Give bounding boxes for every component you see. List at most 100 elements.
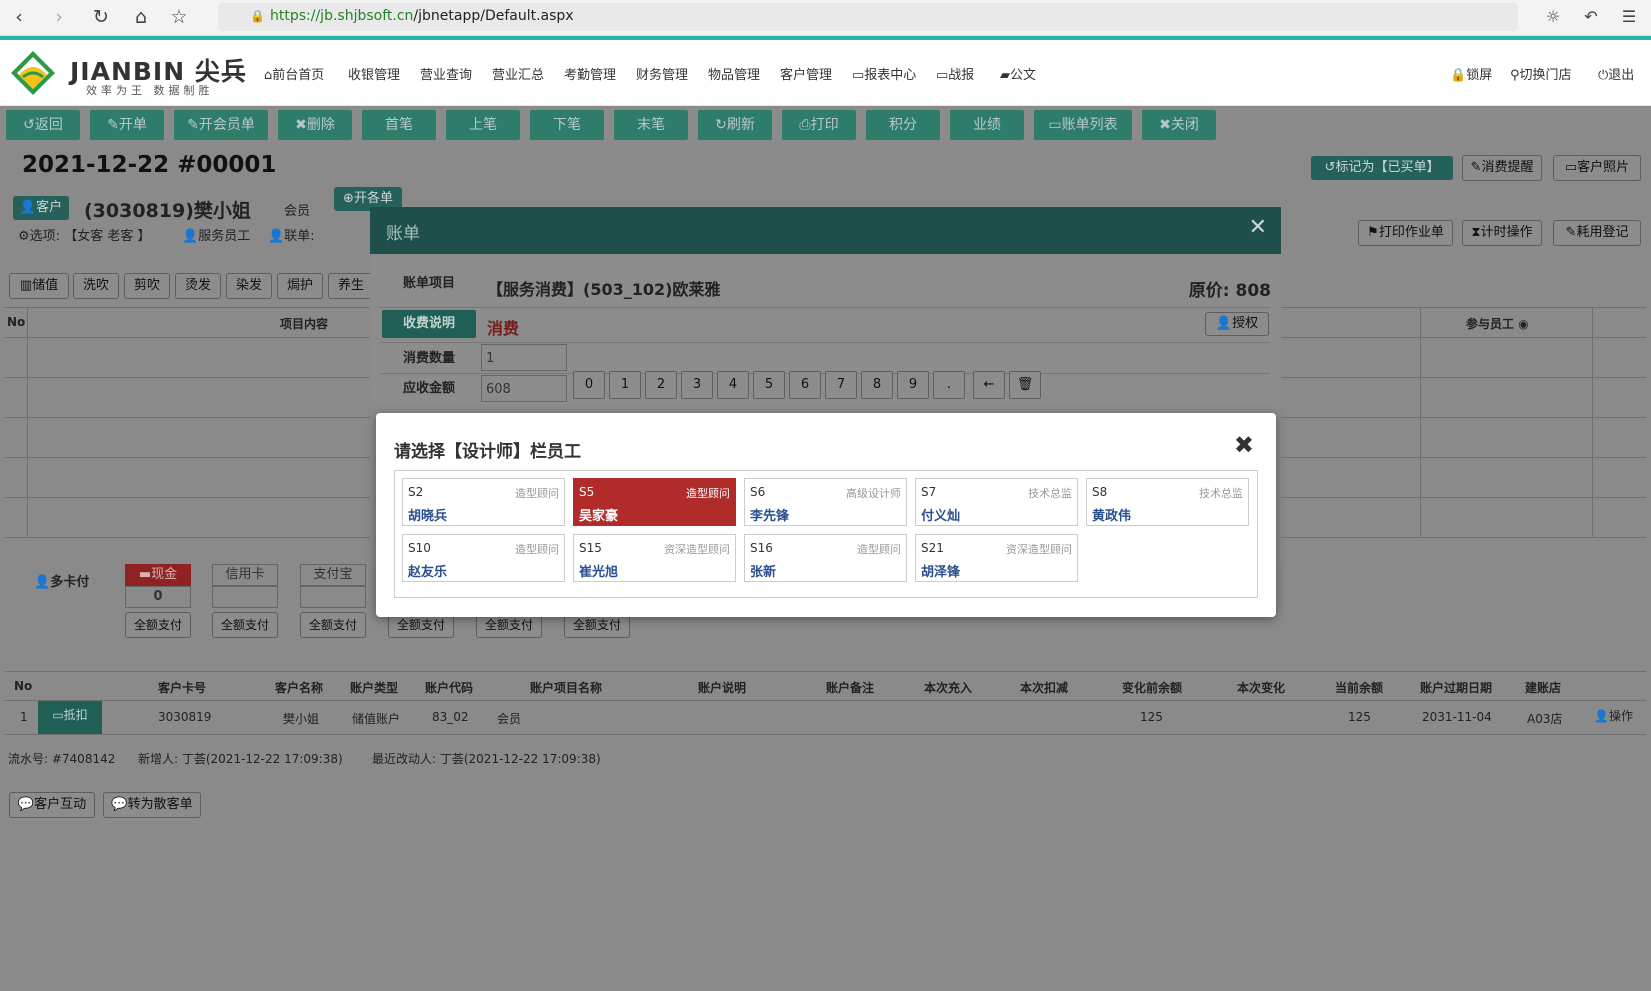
nav-cashier[interactable]: 收银管理	[348, 64, 400, 83]
refresh-button[interactable]: ↻刷新	[698, 110, 772, 140]
keypad-5[interactable]: 5	[753, 371, 785, 399]
logout-link[interactable]: ⏻退出	[1598, 64, 1634, 83]
keypad-8[interactable]: 8	[861, 371, 893, 399]
trash-icon[interactable]: 🗑	[1009, 371, 1041, 399]
nav-attendance[interactable]: 考勤管理	[564, 64, 616, 83]
category-care[interactable]: 焗护	[277, 273, 323, 299]
acct-operate-link[interactable]: 👤操作	[1594, 707, 1633, 724]
pay-credit-header[interactable]: 信用卡	[212, 564, 278, 586]
keypad-1[interactable]: 1	[609, 371, 641, 399]
home-icon[interactable]: ⌂	[128, 4, 154, 30]
settings-icon[interactable]: ☼	[1540, 4, 1566, 30]
employee-card[interactable]: S6 高级设计师 李先锋	[744, 478, 907, 526]
category-cut[interactable]: 剪吹	[124, 273, 170, 299]
convert-walkin-button[interactable]: 💬转为散客单	[103, 792, 201, 818]
undo-icon[interactable]: ↶	[1578, 4, 1604, 30]
address-bar[interactable]: 🔒 https://jb.shjbsoft.cn/jbnetapp/Defaul…	[218, 3, 1518, 31]
next-record-button[interactable]: 下笔	[530, 110, 604, 140]
full-pay-button[interactable]: 全额支付	[300, 612, 366, 638]
close-button[interactable]: ✖关闭	[1142, 110, 1216, 140]
lock-screen-link[interactable]: 🔒锁屏	[1450, 64, 1492, 83]
category-perm[interactable]: 烫发	[175, 273, 221, 299]
employee-card[interactable]: S5 造型顾问 吴家豪	[573, 478, 736, 526]
forward-icon[interactable]: ›	[46, 4, 72, 30]
employee-role: 造型顾问	[515, 543, 559, 556]
mark-paid-button[interactable]: ↺标记为【已买单】	[1311, 156, 1453, 180]
multi-card-pay[interactable]: 👤多卡付	[34, 571, 89, 590]
authorize-button[interactable]: 👤授权	[1205, 312, 1269, 336]
close-icon[interactable]: ✕	[1249, 215, 1267, 240]
category-wellness[interactable]: 养生	[328, 273, 374, 299]
last-record-button[interactable]: 末笔	[614, 110, 688, 140]
first-record-button[interactable]: 首笔	[362, 110, 436, 140]
star-icon[interactable]: ☆	[166, 4, 192, 30]
points-button[interactable]: 积分	[866, 110, 940, 140]
deduct-button[interactable]: ▭抵扣	[38, 701, 102, 734]
prev-record-button[interactable]: 上笔	[446, 110, 520, 140]
nav-home[interactable]: ⌂前台首页	[264, 64, 324, 83]
service-staff-field[interactable]: 👤服务员工	[182, 225, 250, 244]
keypad-0[interactable]: 0	[573, 371, 605, 399]
nav-business-summary[interactable]: 营业汇总	[492, 64, 544, 83]
keypad-2[interactable]: 2	[645, 371, 677, 399]
link-order-field[interactable]: 👤联单:	[268, 225, 315, 244]
consumption-register-button[interactable]: ✎耗用登记	[1553, 220, 1641, 246]
nav-finance[interactable]: 财务管理	[636, 64, 688, 83]
delete-button[interactable]: ✖删除	[278, 110, 352, 140]
employee-card[interactable]: S8 技术总监 黄政伟	[1086, 478, 1249, 526]
keypad-dot[interactable]: .	[933, 371, 965, 399]
category-stored-value[interactable]: ▥储值	[9, 273, 69, 299]
category-wash[interactable]: 洗吹	[73, 273, 119, 299]
acct-cell-name: 樊小姐	[283, 712, 320, 726]
performance-button[interactable]: 业绩	[950, 110, 1024, 140]
keypad-3[interactable]: 3	[681, 371, 713, 399]
nav-business-query[interactable]: 营业查询	[420, 64, 472, 83]
back-icon[interactable]: ‹	[6, 4, 32, 30]
keypad-7[interactable]: 7	[825, 371, 857, 399]
print-job-sheet-button[interactable]: ⚑打印作业单	[1358, 220, 1453, 246]
nav-customers[interactable]: 客户管理	[780, 64, 832, 83]
bill-list-button[interactable]: ▭账单列表	[1034, 110, 1132, 140]
quantity-input[interactable]: 1	[481, 344, 567, 371]
full-pay-button[interactable]: 全额支付	[125, 612, 191, 638]
employee-card[interactable]: S16 造型顾问 张新	[744, 534, 907, 582]
customer-name[interactable]: (3030819)樊小姐	[84, 196, 251, 223]
employee-card[interactable]: S10 造型顾问 赵友乐	[402, 534, 565, 582]
employee-card[interactable]: S7 技术总监 付义灿	[915, 478, 1078, 526]
nav-goods[interactable]: 物品管理	[708, 64, 760, 83]
nav-reports[interactable]: ▭报表中心	[852, 64, 916, 83]
btn-label: 客户互动	[34, 797, 87, 812]
full-pay-button[interactable]: 全额支付	[212, 612, 278, 638]
open-order-button[interactable]: ✎开单	[90, 110, 164, 140]
keypad-4[interactable]: 4	[717, 371, 749, 399]
pay-alipay-amount[interactable]	[300, 586, 366, 608]
pay-credit-amount[interactable]	[212, 586, 278, 608]
back-button[interactable]: ↺返回	[6, 110, 80, 140]
category-dye[interactable]: 染发	[226, 273, 272, 299]
employee-card[interactable]: S2 造型顾问 胡晓兵	[402, 478, 565, 526]
pay-alipay-header[interactable]: 支付宝	[300, 564, 366, 586]
options-field[interactable]: ⚙选项: 【女客 老客 】	[18, 225, 150, 244]
keypad-6[interactable]: 6	[789, 371, 821, 399]
switch-store-link[interactable]: ⚲切换门店	[1510, 64, 1572, 83]
pay-cash-amount[interactable]: 0	[125, 586, 191, 608]
open-member-order-button[interactable]: ✎开会员单	[174, 110, 268, 140]
customer-photo-button[interactable]: ▭客户照片	[1553, 155, 1641, 181]
amount-input[interactable]: 608	[481, 375, 567, 402]
keypad-9[interactable]: 9	[897, 371, 929, 399]
employee-card[interactable]: S21 资深造型顾问 胡泽锋	[915, 534, 1078, 582]
employee-card[interactable]: S15 资深造型顾问 崔光旭	[573, 534, 736, 582]
timer-operation-button[interactable]: ⧗计时操作	[1462, 220, 1542, 246]
nav-documents[interactable]: ▰公文	[1000, 64, 1036, 83]
pay-cash-header[interactable]: ▬现金	[125, 564, 191, 586]
consume-reminder-button[interactable]: ✎消费提醒	[1462, 155, 1542, 181]
eye-icon[interactable]: ◉	[1518, 317, 1528, 331]
fee-desc-label[interactable]: 收费说明	[382, 310, 476, 338]
reload-icon[interactable]: ↻	[88, 4, 114, 30]
customer-interaction-button[interactable]: 💬客户互动	[9, 792, 95, 818]
nav-battle-report[interactable]: ▭战报	[936, 64, 974, 83]
menu-icon[interactable]: ☰	[1616, 4, 1642, 30]
print-button[interactable]: ⎙打印	[782, 110, 856, 140]
backspace-icon[interactable]: ←	[973, 371, 1005, 399]
close-icon[interactable]: ✖	[1234, 431, 1254, 459]
